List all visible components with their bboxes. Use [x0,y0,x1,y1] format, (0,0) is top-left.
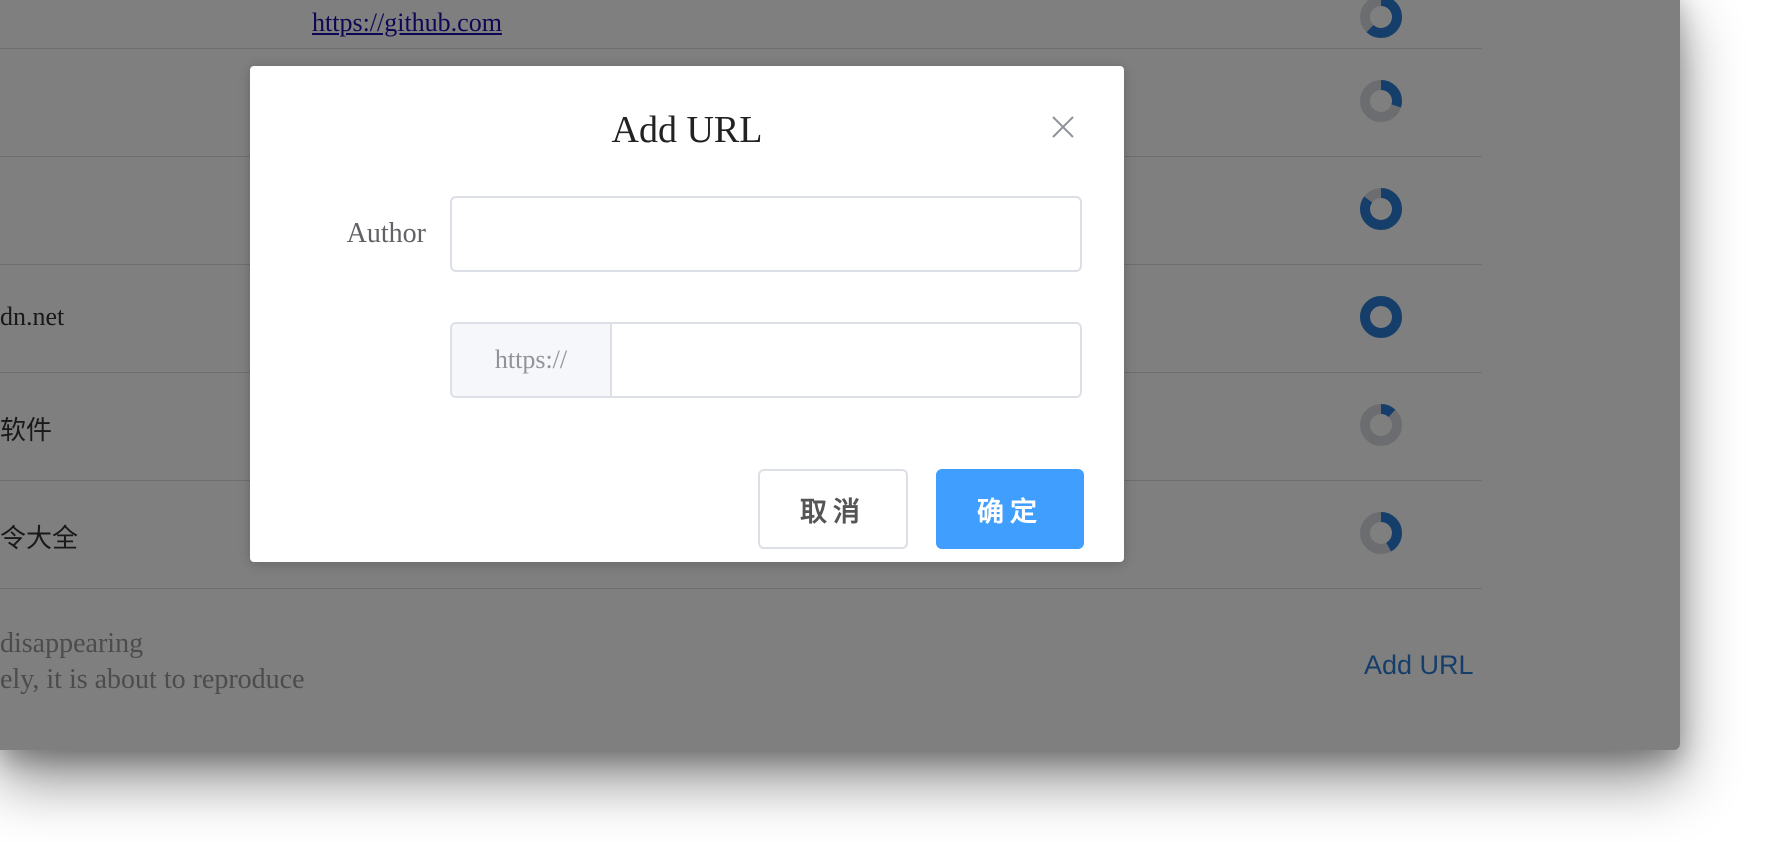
confirm-button[interactable]: 确定 [936,469,1084,549]
url-prefix: https:// [452,324,612,396]
close-icon[interactable] [1048,112,1078,142]
url-input[interactable] [612,324,1080,396]
add-url-dialog: Add URL Author https:// 取消 确定 [250,66,1124,562]
dialog-title: Add URL [611,109,763,151]
url-input-group: https:// [450,322,1082,398]
author-label: Author [346,218,426,249]
cancel-button[interactable]: 取消 [758,469,908,549]
screen: https://github.com dn.net 软件 令大全 disappe… [0,0,1788,842]
author-input[interactable] [450,196,1082,272]
